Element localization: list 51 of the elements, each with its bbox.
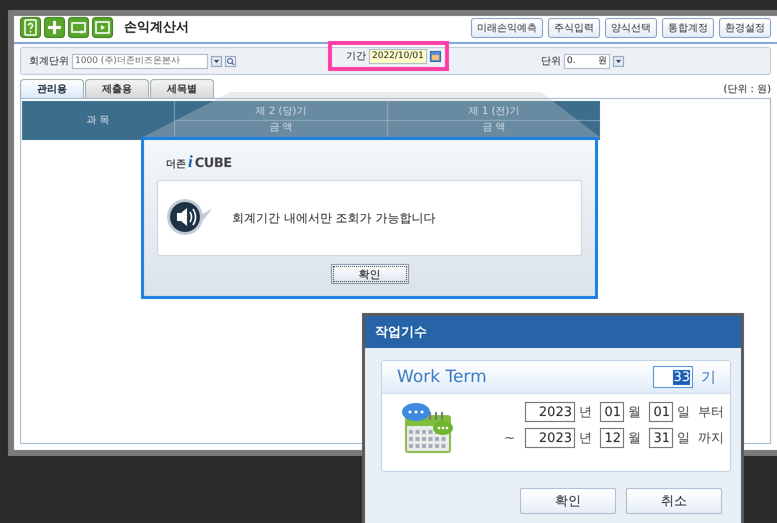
term-field[interactable]: 33 [653, 366, 693, 388]
play-icon[interactable] [92, 16, 113, 38]
action-button[interactable]: 환경설정 [719, 18, 771, 38]
action-button[interactable]: 양식선택 [605, 18, 657, 38]
term-unit: 기 [701, 368, 716, 386]
range-label: 부터 [698, 404, 724, 421]
date-field[interactable]: 2023 [525, 402, 575, 422]
date-unit: 일 [677, 404, 690, 421]
tab[interactable]: 관리용 [20, 79, 84, 98]
date-unit: 년 [579, 430, 592, 447]
date-field[interactable]: 01 [649, 402, 673, 422]
term-value: 33 [673, 370, 690, 384]
date-field[interactable]: 2023 [525, 428, 575, 448]
currency-select[interactable]: 0. 원 [564, 54, 610, 68]
column-header: 제 2 (당)기 [174, 101, 387, 120]
window-title: 손익계산서 [124, 19, 189, 36]
ok-button[interactable]: 확인 [330, 264, 408, 284]
date-unit: 일 [677, 430, 690, 447]
date-unit: 년 [579, 404, 592, 421]
period-field[interactable]: 2022/10/01 [369, 48, 427, 64]
field-label: 회계단위 [29, 55, 69, 68]
date-field[interactable]: 12 [600, 428, 624, 448]
search-icon[interactable] [225, 56, 236, 66]
date-field[interactable]: 31 [649, 428, 673, 448]
tab[interactable]: 세목별 [150, 79, 214, 98]
unit-select[interactable]: 1000 (주)더존비즈온본사 [72, 54, 208, 68]
date-field[interactable]: 01 [600, 402, 624, 422]
calendar-chat-icon [400, 402, 456, 454]
column-header: 과 목 [85, 114, 111, 128]
dialog-button[interactable]: 취소 [626, 488, 722, 514]
help-icon[interactable] [20, 16, 41, 38]
logo: 더존 iCUBE [166, 152, 232, 172]
dialog-title: 작업기수 [365, 316, 741, 348]
tab[interactable]: 제출용 [85, 79, 149, 98]
date-unit: 월 [628, 430, 641, 447]
section-heading: Work Term [397, 367, 487, 387]
column-header: 제 1 (전)기 [387, 101, 600, 120]
add-icon[interactable] [44, 16, 65, 38]
date-unit: 월 [628, 404, 641, 421]
alert-message: 회계기간 내에서만 조회가 가능합니다 [232, 210, 436, 226]
action-button[interactable]: 주식입력 [548, 18, 600, 38]
range-label: 까지 [698, 430, 724, 447]
action-button[interactable]: 미래손익예측 [471, 18, 543, 38]
range-mark: ~ [504, 430, 515, 446]
unit-note: (단위 : 원) [723, 83, 771, 97]
field-label: 단위 [540, 55, 561, 68]
refresh-icon[interactable] [68, 16, 89, 38]
field-label: 기간 [346, 50, 366, 63]
calendar-icon[interactable] [430, 50, 441, 62]
action-button[interactable]: 통합계정 [662, 18, 714, 38]
dialog-button[interactable]: 확인 [520, 488, 616, 514]
